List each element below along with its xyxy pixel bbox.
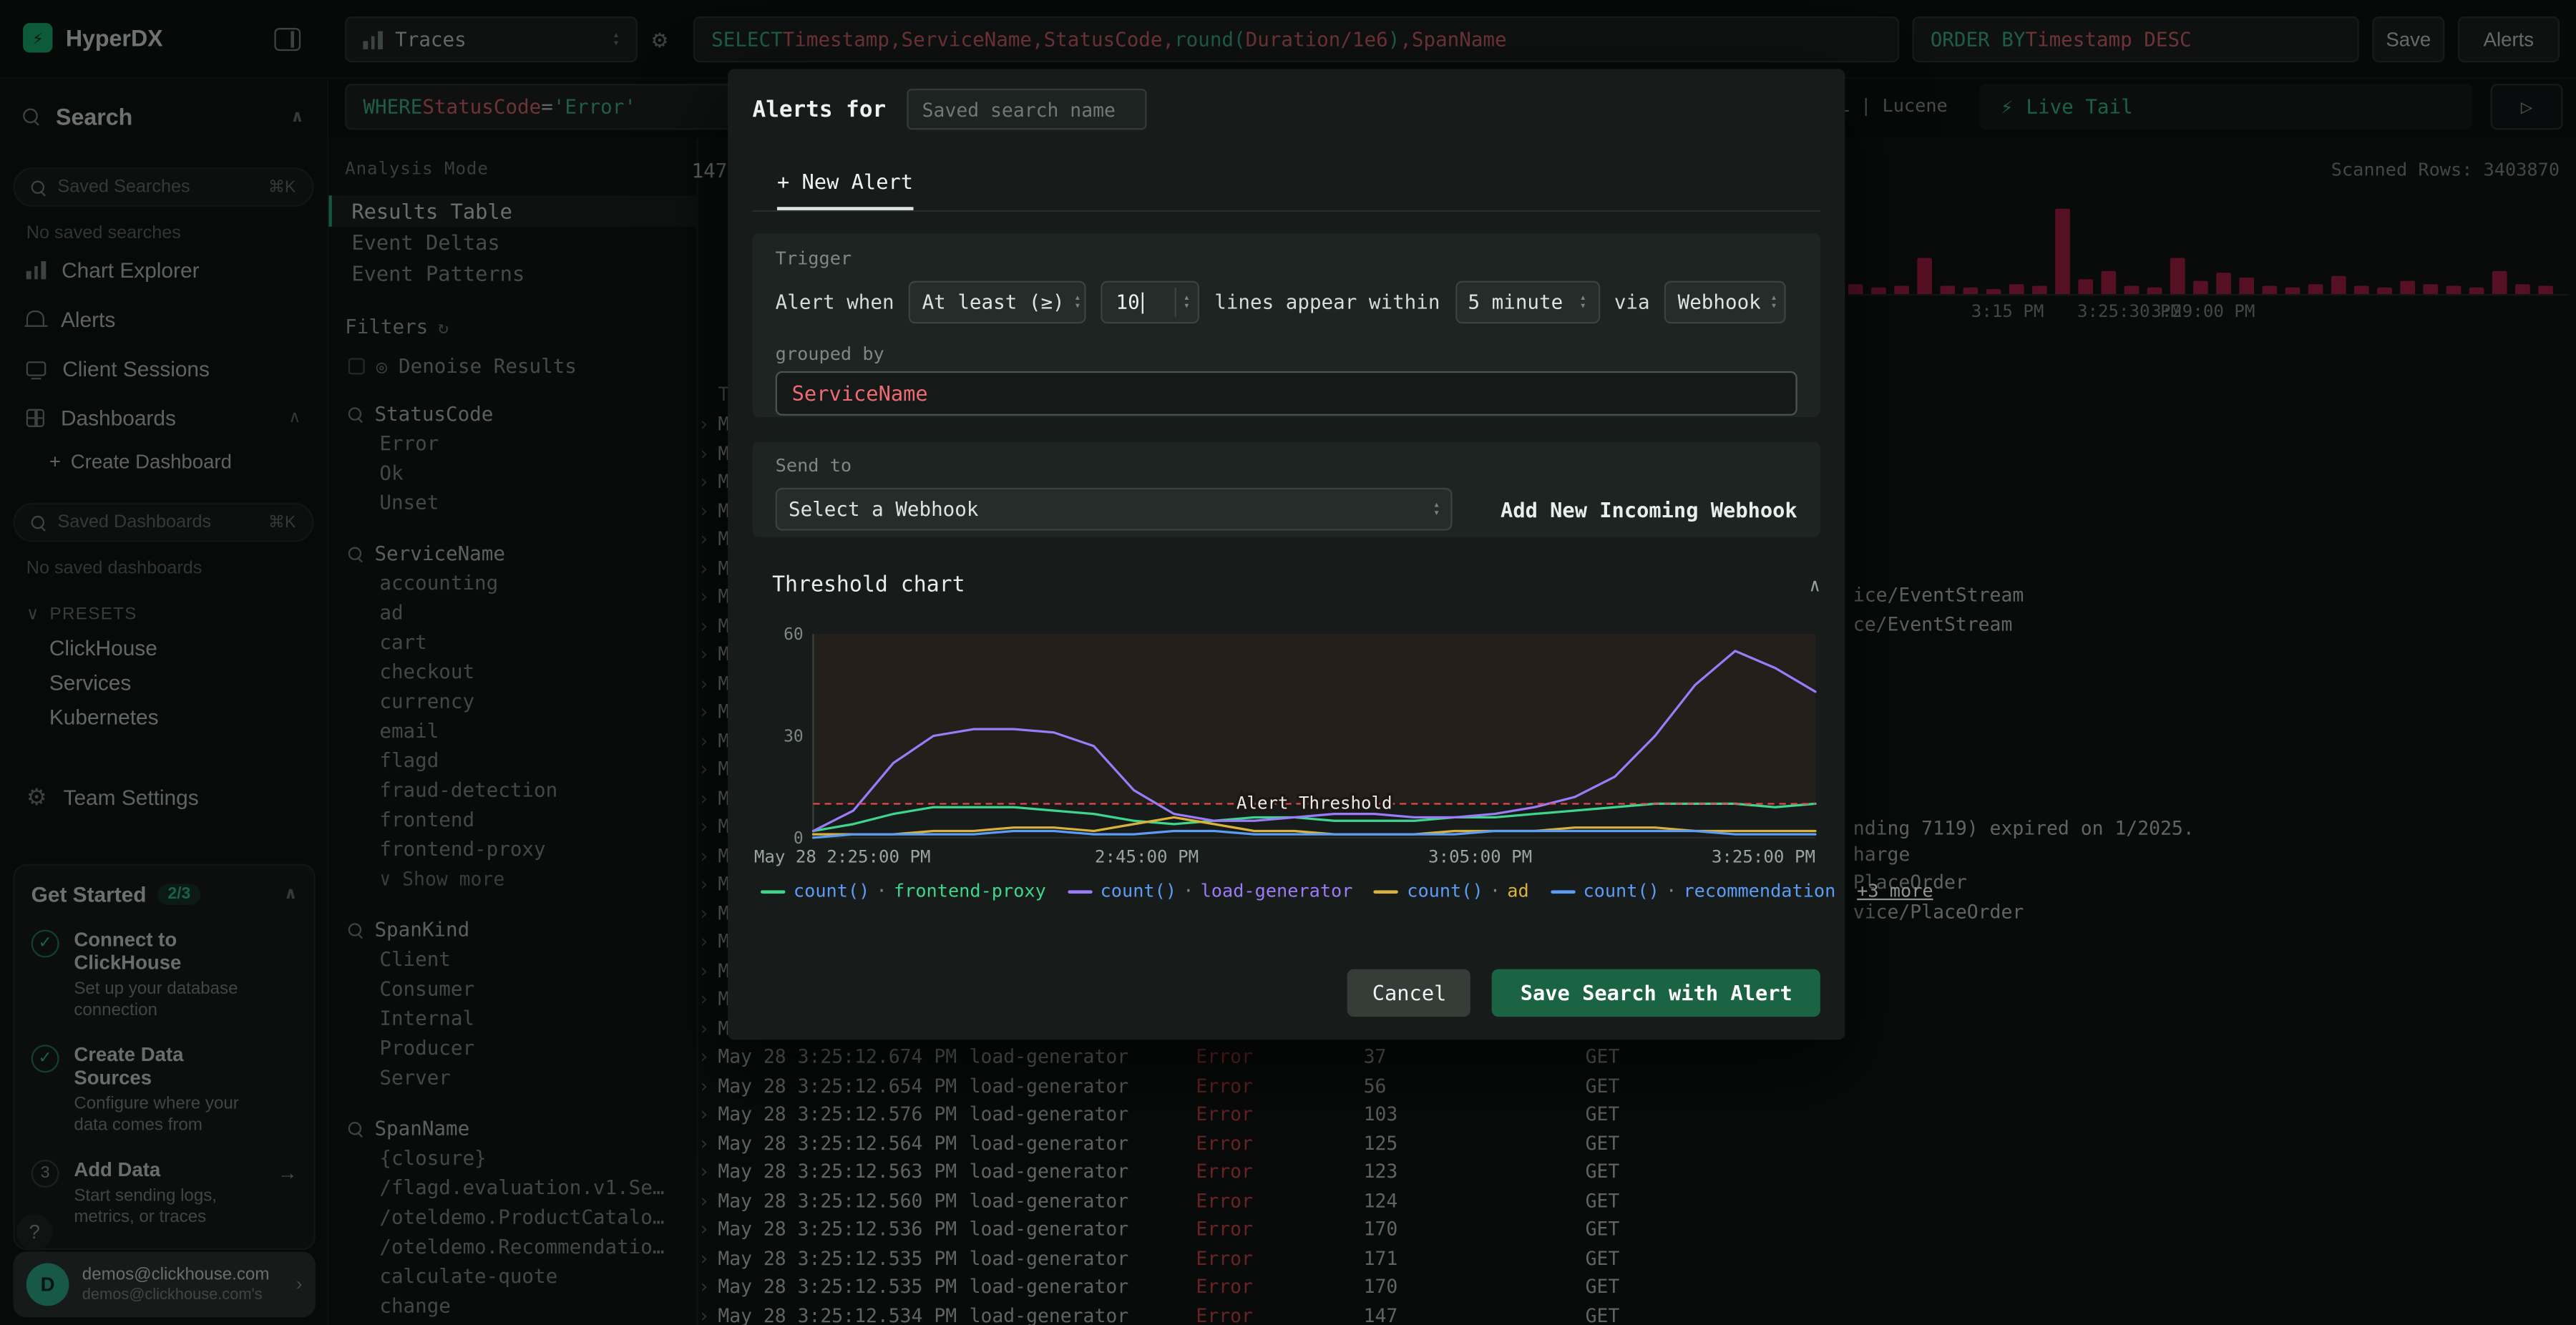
- series-color-dash: [1067, 890, 1093, 894]
- legend-item[interactable]: count() · load-generator: [1067, 881, 1352, 901]
- add-webhook-button[interactable]: Add New Incoming Webhook: [1501, 497, 1797, 522]
- axis-tick-label: 3:05:00 PM: [1428, 847, 1533, 868]
- axis-tick-label: 3:25:00 PM: [1711, 847, 1815, 868]
- chevron-updown-icon: ▴▾: [1579, 290, 1586, 313]
- via-label: via: [1614, 290, 1650, 314]
- svg-text:Alert Threshold: Alert Threshold: [1236, 793, 1392, 813]
- series-color-dash: [1374, 890, 1399, 894]
- alert-modal: Alerts for + New Alert Trigger Alert whe…: [728, 69, 1933, 1040]
- axis-tick-label: May 28 2:25:00 PM: [753, 847, 931, 868]
- tab-new-alert[interactable]: + New Alert: [776, 169, 914, 210]
- within-label: lines appear within: [1214, 290, 1440, 314]
- legend-item[interactable]: count() · frontend-proxy: [761, 881, 1046, 901]
- chevron-updown-icon: ▴▾: [1433, 497, 1440, 519]
- webhook-select[interactable]: Select a Webhook ▴ ▾: [775, 487, 1453, 531]
- chevron-updown-icon: ▴▾: [1074, 290, 1081, 313]
- chart-x-axis-labels: May 28 2:25:00 PM 2:45:00 PM 3:05:00 PM 3:2…: [728, 848, 1845, 871]
- legend-item[interactable]: count() · ad: [1374, 881, 1529, 901]
- saved-search-name-input[interactable]: [907, 88, 1148, 130]
- legend-item[interactable]: count() · recommendation: [1550, 881, 1835, 901]
- condition-select[interactable]: At least (≥) ▴ ▾: [909, 280, 1087, 324]
- trigger-label: Trigger: [775, 248, 852, 270]
- grouped-by-label: grouped by: [775, 343, 884, 365]
- text-cursor: [1141, 291, 1143, 313]
- chart-legend: count() · frontend-proxy count() · load-gener…: [761, 881, 1933, 902]
- chevron-updown-icon: ▴▾: [1770, 290, 1777, 313]
- collapse-chart-icon[interactable]: ∧: [1810, 575, 1820, 597]
- group-by-input[interactable]: ServiceName: [775, 371, 1797, 416]
- trigger-card: Trigger Alert when At least (≥) ▴ ▾ 10 ▴ ▾…: [752, 233, 1820, 418]
- stage: ⚡ HyperDX Traces ▴▾ ⚙ SELECT Timestamp,S…: [0, 0, 2576, 1325]
- legend-more-button[interactable]: +3 more: [1857, 881, 1933, 902]
- send-to-card: Send to Select a Webhook ▴ ▾ Add New Inco…: [752, 441, 1820, 537]
- threshold-chart[interactable]: 0 30 60 Alert Threshold: [753, 624, 1820, 844]
- cancel-button[interactable]: Cancel: [1347, 969, 1471, 1017]
- channel-select[interactable]: Webhook ▴ ▾: [1664, 280, 1787, 324]
- number-stepper[interactable]: ▴ ▾: [1175, 287, 1190, 318]
- modal-title: Alerts for: [752, 96, 887, 123]
- threshold-value-input[interactable]: 10 ▴ ▾: [1101, 280, 1200, 324]
- alert-tabs: + New Alert: [752, 167, 1820, 212]
- series-color-dash: [761, 890, 786, 894]
- send-to-label: Send to: [775, 454, 852, 476]
- save-search-with-alert-button[interactable]: Save Search with Alert: [1492, 969, 1820, 1017]
- threshold-chart-header: Threshold chart ∧: [772, 573, 1820, 598]
- svg-text:60: 60: [784, 625, 804, 644]
- svg-text:30: 30: [784, 728, 804, 746]
- alert-when-label: Alert when: [775, 290, 894, 314]
- axis-tick-label: 2:45:00 PM: [1094, 847, 1199, 868]
- hyperdx-app: ⚡ HyperDX Traces ▴▾ ⚙ SELECT Timestamp,S…: [0, 0, 2576, 1325]
- series-color-dash: [1550, 890, 1575, 894]
- svg-text:0: 0: [794, 829, 804, 844]
- time-window-select[interactable]: 5 minute ▴ ▾: [1455, 280, 1600, 324]
